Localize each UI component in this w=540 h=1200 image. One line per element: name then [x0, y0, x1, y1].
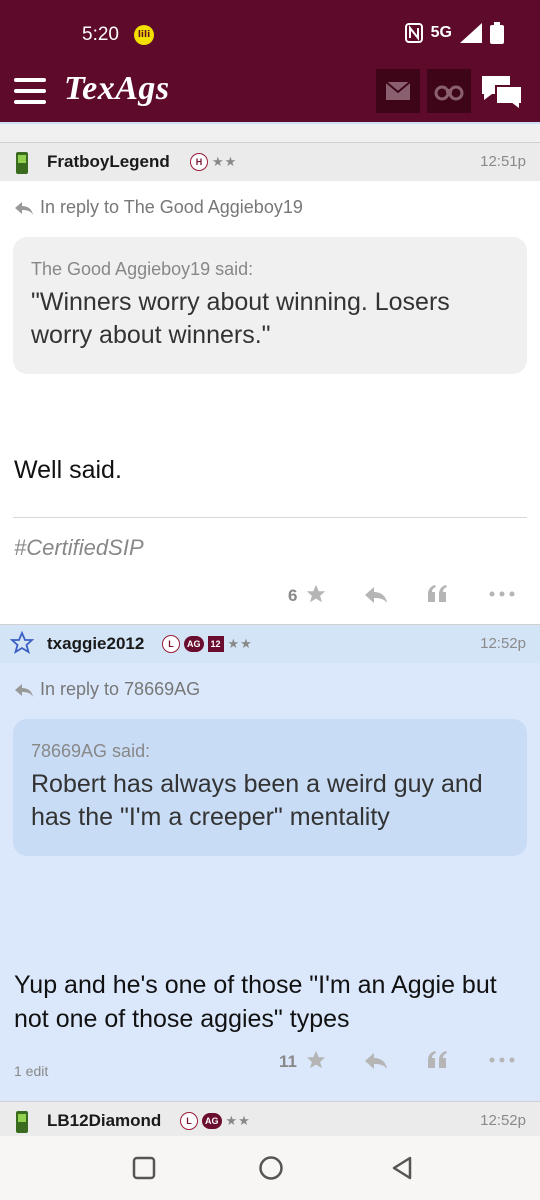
badge-h: H — [190, 153, 208, 171]
star-count: 6 — [288, 586, 298, 605]
post-body: In reply to The Good Aggieboy19 The Good… — [0, 181, 540, 624]
user-badges: L AG 12 ★★ — [162, 635, 253, 653]
binoculars-icon — [434, 85, 464, 101]
star-icon[interactable] — [305, 583, 327, 605]
reply-arrow-icon — [15, 683, 33, 697]
home-icon[interactable] — [258, 1155, 284, 1181]
quote-icon[interactable] — [426, 584, 448, 604]
hamburger-icon[interactable] — [14, 78, 46, 104]
post-actions: 6 — [0, 581, 540, 611]
post-time: 12:51p — [480, 153, 526, 170]
post-actions: 11 — [0, 1047, 540, 1077]
quote-author: The Good Aggieboy19 said: — [31, 259, 254, 279]
phone-icon — [16, 1111, 28, 1133]
star-icon[interactable] — [305, 1049, 327, 1071]
user-badges: H ★★ — [190, 153, 237, 171]
reply-to-text: In reply to The Good Aggieboy19 — [40, 197, 303, 217]
post-header: LB12Diamond L AG ★★ 12:52p — [0, 1101, 540, 1137]
badge-ag: AG — [184, 636, 204, 652]
mail-icon — [385, 81, 411, 100]
network-type: 5G — [430, 24, 452, 41]
post-username[interactable]: FratboyLegend — [47, 152, 170, 172]
recents-icon[interactable] — [132, 1156, 156, 1180]
reply-icon[interactable] — [364, 1051, 388, 1071]
texags-logo[interactable]: TexAgs — [64, 70, 170, 108]
star-outline-icon — [10, 631, 34, 654]
user-stars: ★★ — [225, 1113, 251, 1129]
reply-to-text: In reply to 78669AG — [40, 679, 201, 699]
notification-icon: lili — [134, 25, 154, 45]
nfc-icon — [404, 23, 423, 43]
post-signature: #CertifiedSIP — [14, 535, 144, 560]
page-progress — [0, 122, 540, 142]
chat-bubbles-icon — [482, 76, 523, 112]
badge-l: L — [162, 635, 180, 653]
battery-icon — [490, 22, 504, 44]
badge-12: 12 — [207, 636, 224, 652]
post-time: 12:52p — [480, 635, 526, 652]
quote-text: "Winners worry about winning. Losers wor… — [31, 288, 450, 349]
status-bar: 5:20 lili 5G — [0, 0, 540, 62]
signal-icon — [460, 23, 482, 43]
status-right: 5G — [404, 22, 504, 44]
star-count: 11 — [279, 1052, 297, 1071]
reply-to-link[interactable]: In reply to The Good Aggieboy19 — [14, 197, 303, 218]
reply-to-link[interactable]: In reply to 78669AG — [14, 679, 200, 700]
phone-icon — [16, 152, 28, 174]
mail-button[interactable] — [376, 69, 420, 113]
user-stars: ★★ — [227, 636, 253, 652]
quote-text: Robert has always been a weird guy and h… — [31, 770, 483, 831]
binoculars-button[interactable] — [427, 69, 471, 113]
more-icon[interactable] — [489, 1057, 515, 1063]
system-nav-bar — [0, 1136, 540, 1200]
quote-icon[interactable] — [426, 1050, 448, 1070]
quote-block: 78669AG said: Robert has always been a w… — [13, 719, 527, 856]
app-navbar: TexAgs — [0, 62, 540, 122]
quote-author: 78669AG said: — [31, 741, 151, 761]
more-icon[interactable] — [489, 591, 515, 597]
reply-arrow-icon — [15, 201, 33, 215]
user-badges: L AG ★★ — [180, 1112, 251, 1130]
post-text: Well said. — [14, 456, 122, 484]
quote-block: The Good Aggieboy19 said: "Winners worry… — [13, 237, 527, 374]
post-header: FratboyLegend H ★★ 12:51p — [0, 142, 540, 181]
post-username[interactable]: LB12Diamond — [47, 1111, 161, 1131]
post-text: Yup and he's one of those "I'm an Aggie … — [14, 971, 497, 1033]
badge-ag: AG — [202, 1113, 222, 1129]
chat-button[interactable] — [478, 72, 526, 112]
post-header: txaggie2012 L AG 12 ★★ 12:52p — [0, 624, 540, 663]
post-body: In reply to 78669AG 78669AG said: Robert… — [0, 663, 540, 1105]
user-stars: ★★ — [212, 154, 238, 170]
back-icon[interactable] — [390, 1155, 414, 1181]
signature-divider — [13, 517, 527, 518]
reply-icon[interactable] — [364, 585, 388, 605]
post-time: 12:52p — [480, 1112, 526, 1129]
edit-note[interactable]: 1 edit — [14, 1063, 48, 1079]
post-username[interactable]: txaggie2012 — [47, 634, 144, 654]
badge-l: L — [180, 1112, 198, 1130]
status-time: 5:20 — [82, 24, 119, 45]
